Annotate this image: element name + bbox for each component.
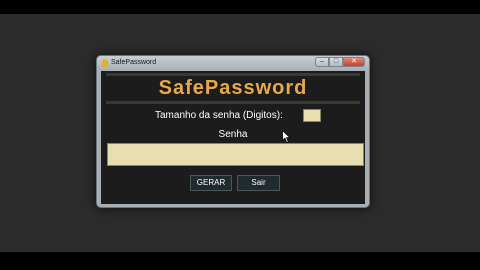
window-title: SafePassword [111,59,157,66]
app-window: SafePassword – □ ✕ SafePassword Tamanho … [96,55,370,208]
app-icon [102,59,108,67]
password-length-label: Tamanho da senha (Digitos): [155,110,283,121]
minimize-button[interactable]: – [315,57,329,67]
client-area: SafePassword Tamanho da senha (Digitos):… [101,71,365,204]
close-button[interactable]: ✕ [343,57,365,67]
title-bar[interactable]: SafePassword – □ ✕ [97,56,369,70]
mouse-cursor-icon [282,130,291,144]
password-length-input[interactable] [303,109,321,122]
generate-button[interactable]: GERAR [190,175,232,191]
password-output-field[interactable] [107,143,364,166]
maximize-button[interactable]: □ [329,57,343,67]
window-controls: – □ ✕ [315,57,365,67]
exit-button[interactable]: Sair [237,175,280,191]
password-label: Senha [218,129,248,140]
heading-bottom-rule [106,101,360,104]
app-heading: SafePassword [158,77,308,99]
